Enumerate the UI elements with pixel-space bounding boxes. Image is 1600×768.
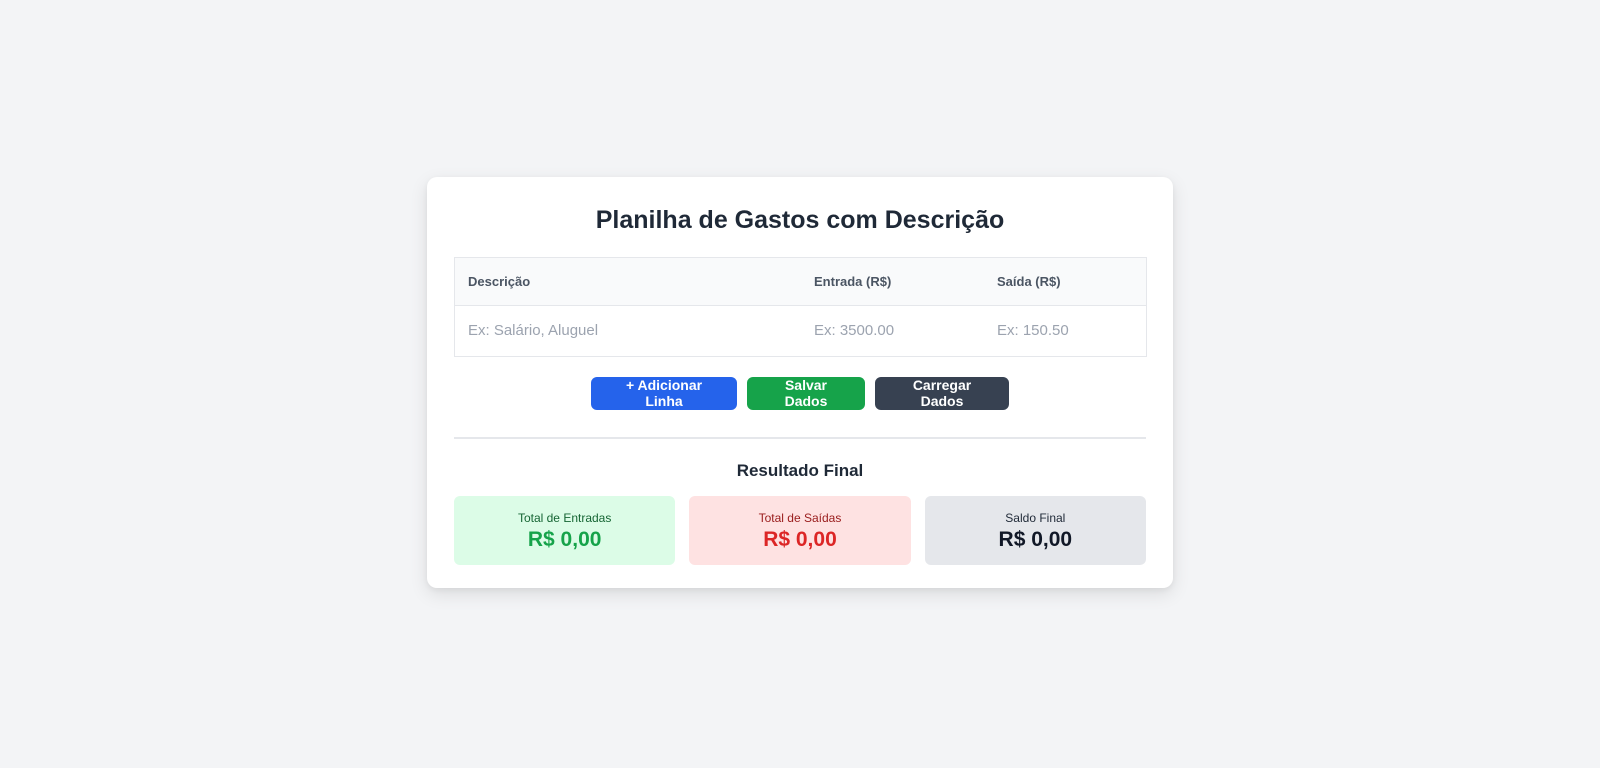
column-header-description: Descrição — [468, 273, 531, 289]
table-header-row: Descrição Entrada (R$) Saída (R$) — [455, 258, 1146, 305]
final-balance-value: R$ 0,00 — [998, 527, 1073, 551]
column-header-expense: Saída (R$) — [997, 273, 1061, 289]
action-buttons: + Adicionar Linha Salvar Dados Carregar … — [454, 376, 1146, 410]
column-header-income: Entrada (R$) — [814, 273, 892, 289]
add-row-button[interactable]: + Adicionar Linha — [591, 376, 737, 410]
total-expense-label: Total de Saídas — [758, 510, 842, 525]
spreadsheet-card: Planilha de Gastos com Descrição Descriç… — [427, 177, 1173, 588]
section-divider — [454, 436, 1146, 439]
total-expense-box: Total de Saídas R$ 0,00 — [689, 495, 911, 565]
totals-row: Total de Entradas R$ 0,00 Total de Saída… — [454, 495, 1146, 565]
income-cell — [801, 305, 984, 356]
total-income-box: Total de Entradas R$ 0,00 — [454, 495, 676, 565]
total-income-label: Total de Entradas — [517, 510, 612, 525]
income-input[interactable] — [814, 321, 971, 339]
page: Planilha de Gastos com Descrição Descriç… — [0, 0, 1600, 768]
final-balance-box: Saldo Final R$ 0,00 — [924, 495, 1146, 565]
results-title: Resultado Final — [736, 460, 864, 480]
expenses-table: Descrição Entrada (R$) Saída (R$) — [454, 257, 1147, 357]
expense-cell — [984, 305, 1146, 356]
page-title: Planilha de Gastos com Descrição — [595, 206, 1005, 234]
description-cell — [455, 305, 801, 356]
total-expense-value: R$ 0,00 — [763, 527, 837, 551]
load-data-button[interactable]: Carregar Dados — [875, 376, 1009, 410]
description-input[interactable] — [468, 321, 788, 339]
final-balance-label: Saldo Final — [1005, 510, 1066, 525]
save-data-button[interactable]: Salvar Dados — [747, 376, 865, 410]
total-income-value: R$ 0,00 — [527, 527, 602, 551]
expense-input[interactable] — [997, 321, 1133, 339]
table-row — [455, 305, 1146, 356]
